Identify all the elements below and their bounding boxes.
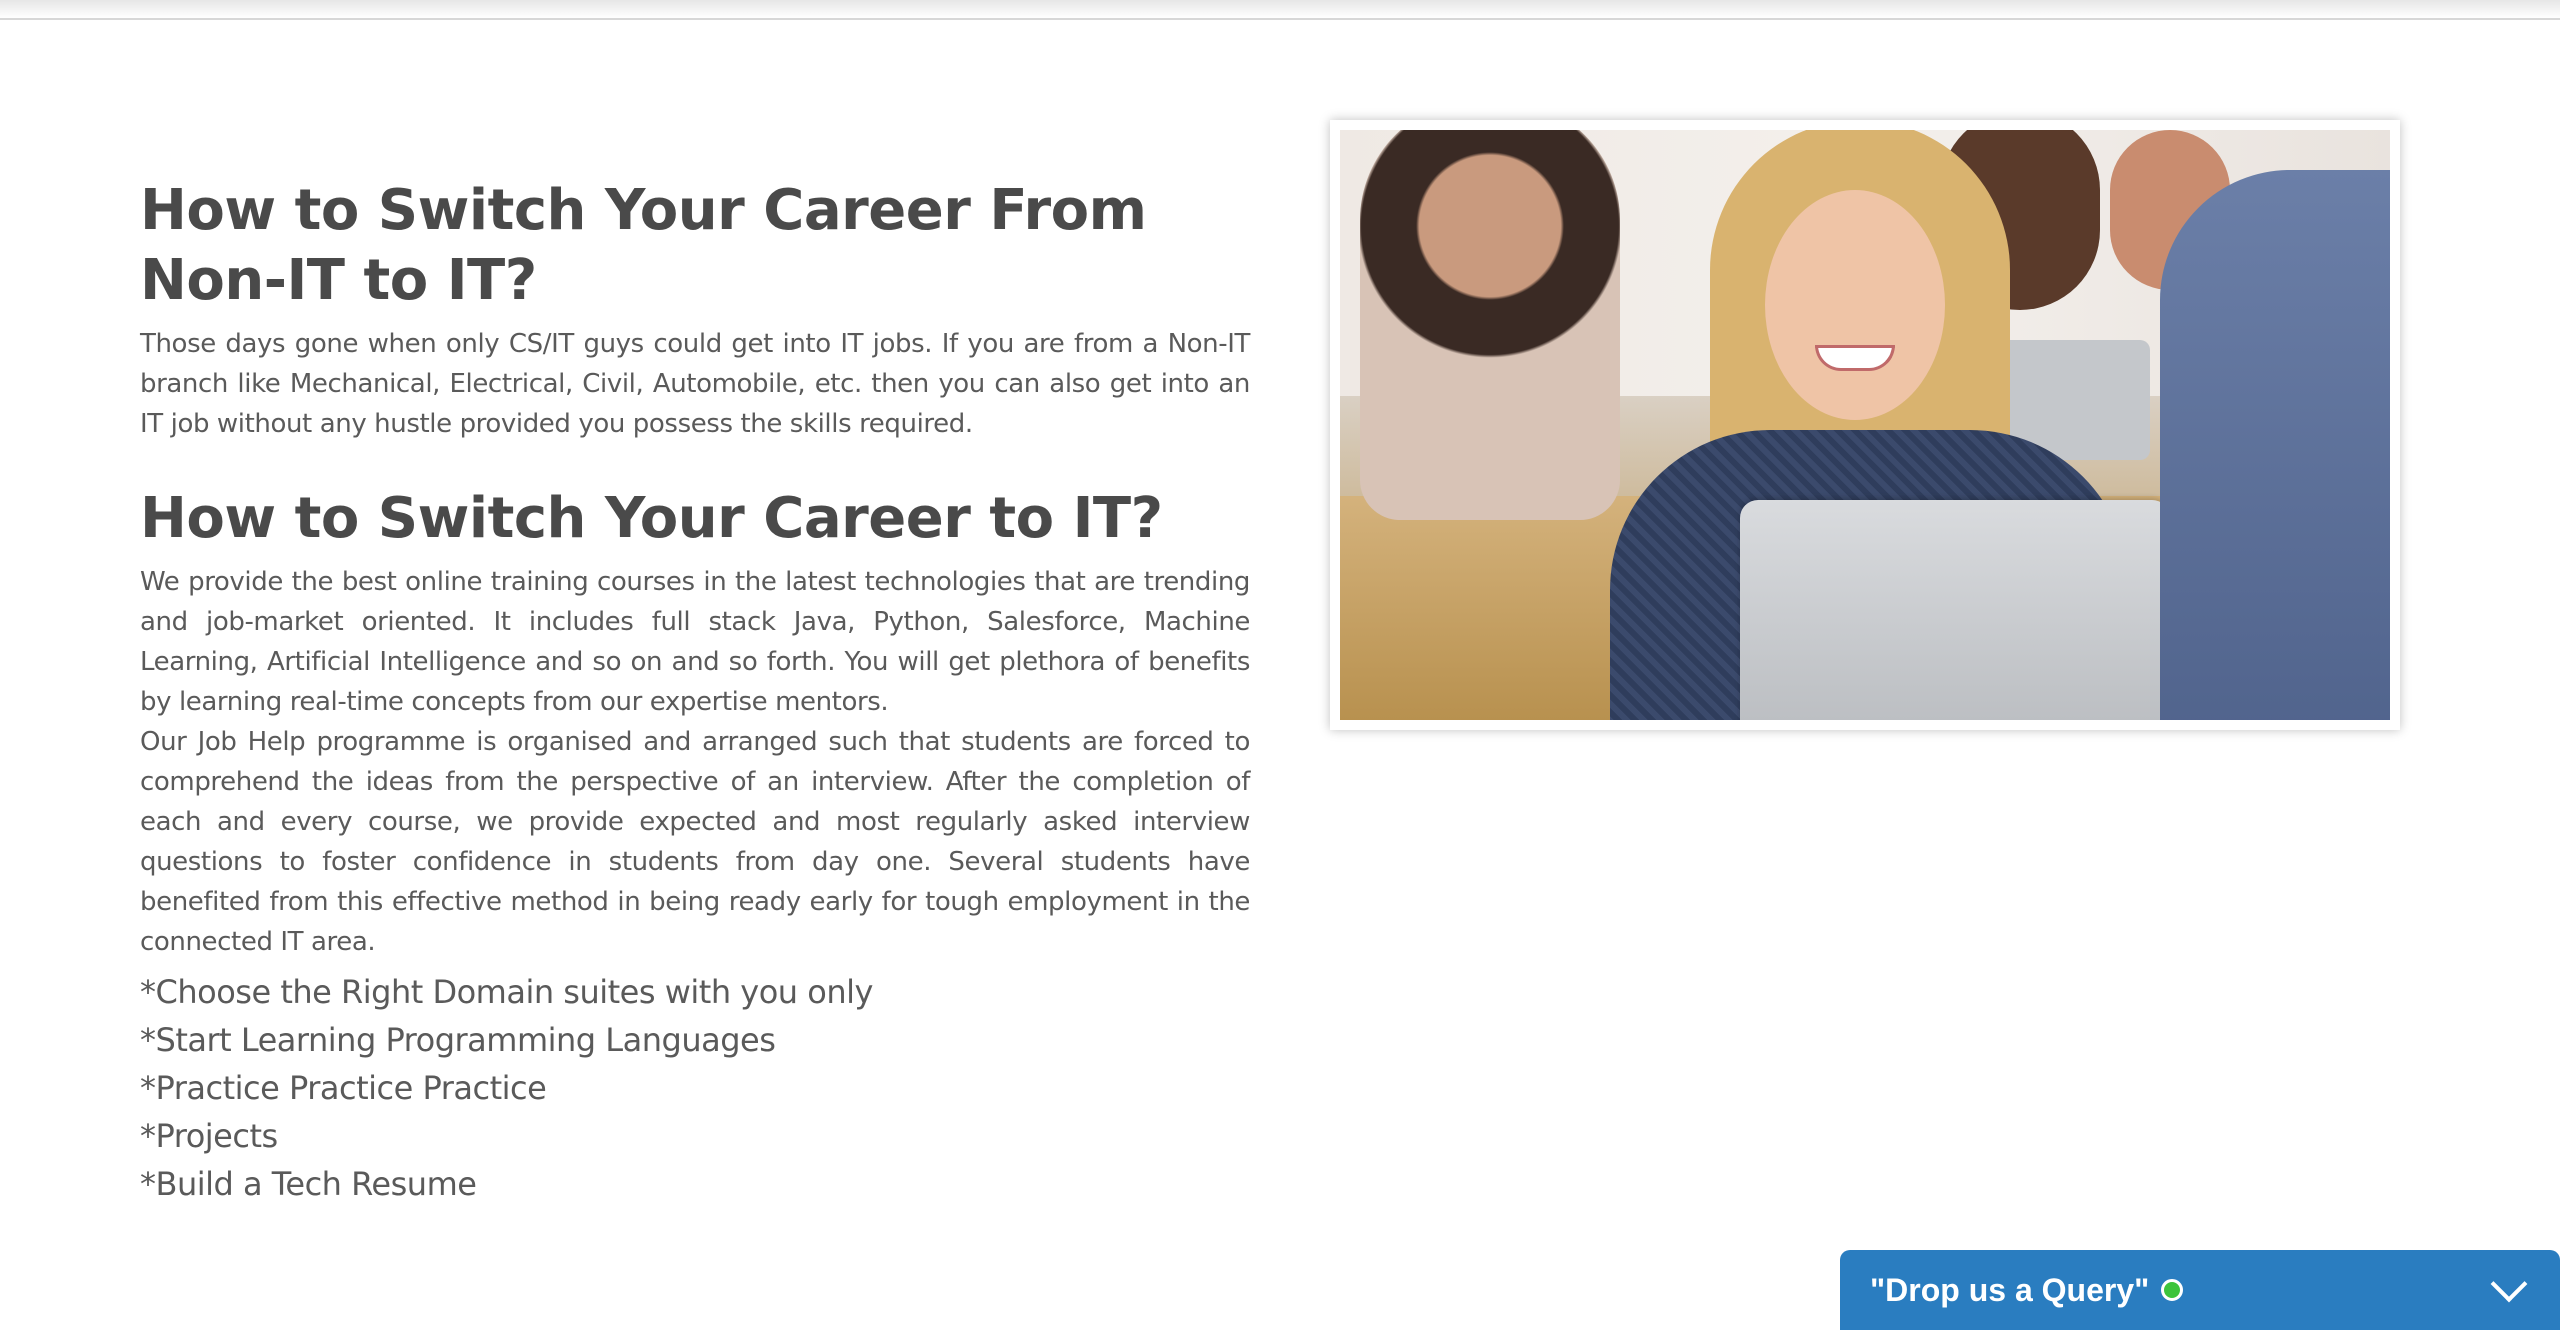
top-nav-shadow: [0, 0, 2560, 20]
step-item: *Choose the Right Domain suites with you…: [140, 973, 873, 1011]
step-item: *Projects: [140, 1117, 278, 1155]
steps-list: *Choose the Right Domain suites with you…: [140, 968, 1250, 1208]
photo-laptop: [1740, 500, 2170, 720]
step-item: *Practice Practice Practice: [140, 1069, 547, 1107]
drop-query-chat-widget[interactable]: "Drop us a Query": [1840, 1250, 2560, 1330]
article-content: How to Switch Your Career From Non-IT to…: [140, 176, 1250, 1208]
heading-switch-to-it: How to Switch Your Career to IT?: [140, 486, 1163, 551]
heading-switch-non-it: How to Switch Your Career From Non-IT to…: [140, 178, 1147, 313]
classroom-photo: [1340, 130, 2390, 720]
step-item: *Start Learning Programming Languages: [140, 1021, 776, 1059]
paragraph-intro: Those days gone when only CS/IT guys cou…: [140, 329, 1250, 439]
paragraph-training: We provide the best online training cour…: [140, 567, 1250, 717]
photo-student-left: [1360, 130, 1620, 520]
chevron-down-icon[interactable]: [2490, 1265, 2528, 1303]
step-item: *Build a Tech Resume: [140, 1165, 477, 1203]
chat-title: "Drop us a Query": [1870, 1271, 2150, 1308]
classroom-photo-frame: [1330, 120, 2400, 730]
photo-student-right: [2160, 170, 2390, 720]
paragraph-job-help: Our Job Help programme is organised and …: [140, 727, 1250, 957]
online-dot-icon: [2161, 1279, 2184, 1301]
photo-student-main-face: [1765, 190, 1945, 420]
